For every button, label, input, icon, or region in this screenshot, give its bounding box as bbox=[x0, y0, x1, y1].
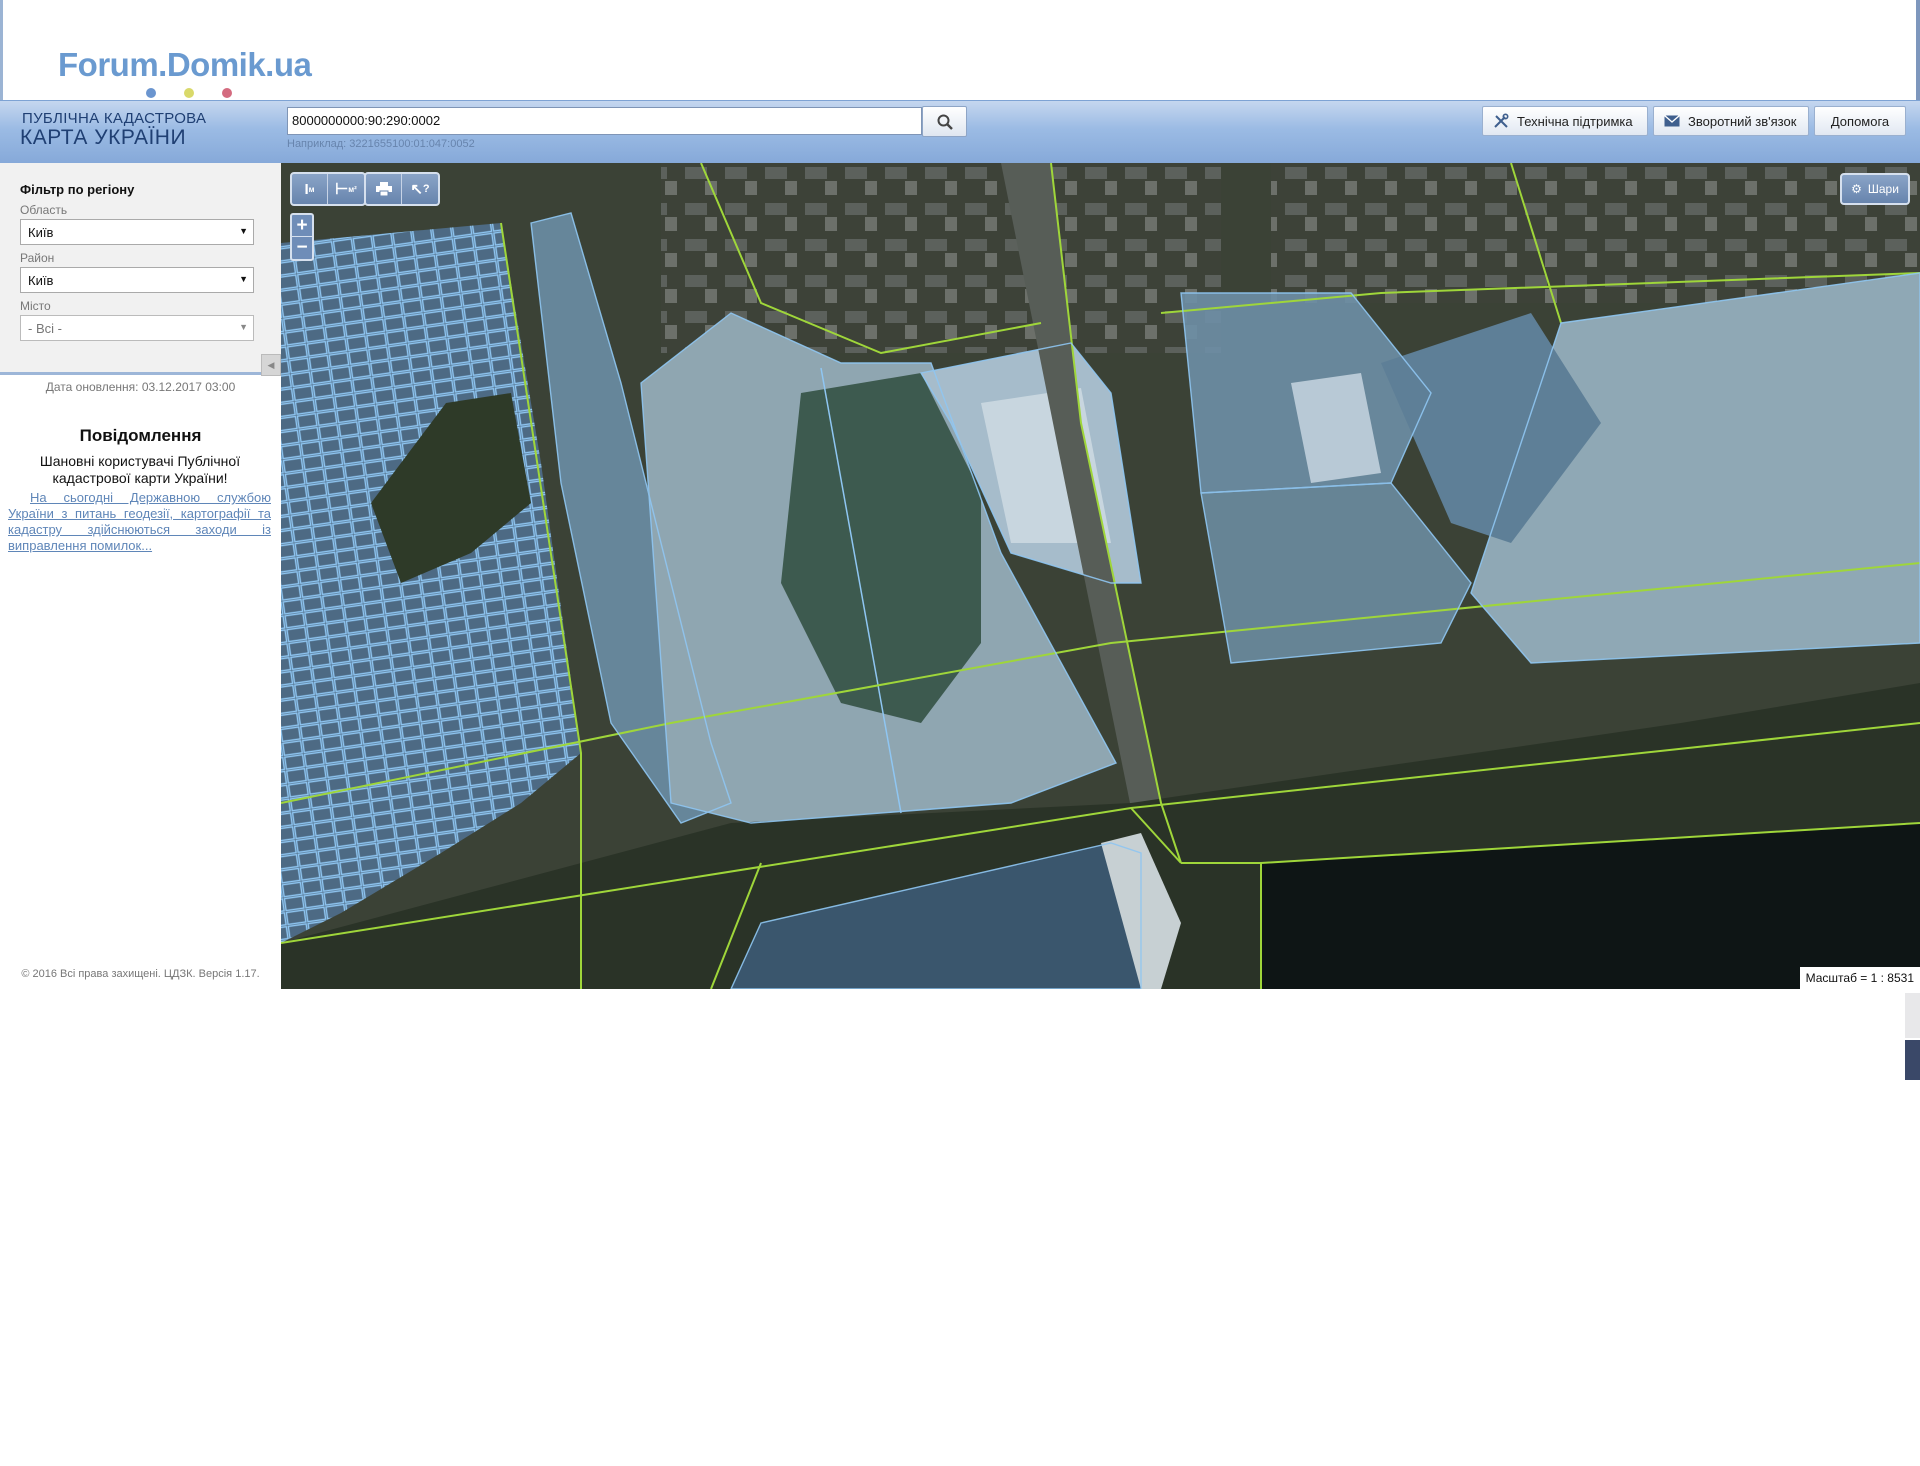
search-icon bbox=[937, 114, 953, 130]
chevron-down-icon: ▼ bbox=[239, 274, 248, 284]
print-icon[interactable] bbox=[366, 174, 402, 204]
ruler-unit: м bbox=[308, 184, 315, 194]
chevron-down-icon: ▼ bbox=[239, 226, 248, 236]
dot-pink bbox=[222, 88, 232, 98]
misto-label: Місто bbox=[20, 299, 51, 313]
update-date: Дата оновлення: 03.12.2017 03:00 bbox=[45, 380, 236, 394]
feedback-label: Зворотний зв'язок bbox=[1688, 113, 1797, 129]
notice-link[interactable]: На сьогодні Державною службою України з … bbox=[8, 490, 271, 554]
search-button[interactable] bbox=[922, 106, 967, 137]
area-measure-icon[interactable]: ⊢ м² bbox=[328, 174, 364, 204]
raion-value: Київ bbox=[28, 273, 54, 288]
sidebar: Фільтр по регіону Область Київ ▼ Район К… bbox=[0, 163, 281, 989]
brand-line-2[interactable]: КАРТА УКРАЇНИ bbox=[20, 126, 186, 150]
filter-title: Фільтр по регіону bbox=[20, 182, 135, 197]
layers-button[interactable]: ⚙ Шари bbox=[1840, 173, 1910, 205]
tech-support-label: Технічна підтримка bbox=[1517, 113, 1633, 129]
ruler-icon[interactable]: Iм bbox=[292, 174, 328, 204]
satellite-imagery bbox=[281, 163, 1920, 989]
dot-yellow bbox=[184, 88, 194, 98]
cadastral-search-input[interactable]: 8000000000:90:290:0002 bbox=[287, 107, 922, 135]
notice-title: Повідомлення bbox=[79, 426, 202, 445]
area-unit: м² bbox=[348, 184, 357, 194]
app-header: ПУБЛІЧНА КАДАСТРОВА КАРТА УКРАЇНИ 800000… bbox=[0, 100, 1920, 163]
zoom-control: + − bbox=[290, 213, 314, 261]
window-edge bbox=[1916, 0, 1920, 100]
chevron-down-icon: ▼ bbox=[239, 322, 248, 332]
tools-icon bbox=[1494, 113, 1509, 128]
identify-mark: ? bbox=[422, 183, 430, 195]
oblast-label: Область bbox=[20, 203, 68, 217]
measure-tools: Iм ⊢ м² bbox=[290, 172, 366, 206]
tech-support-button[interactable]: Технічна підтримка bbox=[1482, 106, 1648, 136]
window-edge-fragment bbox=[1905, 993, 1920, 1038]
chevron-left-icon: ◀ bbox=[267, 359, 275, 370]
watermark-strip: Forum.Domik.ua bbox=[0, 0, 1920, 100]
help-button[interactable]: Допомога bbox=[1814, 106, 1906, 136]
zoom-in-button[interactable]: + bbox=[292, 215, 312, 237]
oblast-value: Київ bbox=[28, 225, 54, 240]
window-edge-fragment bbox=[1905, 1040, 1920, 1080]
oblast-select[interactable]: Київ ▼ bbox=[20, 219, 254, 245]
brand-line-1[interactable]: ПУБЛІЧНА КАДАСТРОВА bbox=[22, 110, 206, 127]
print-glyph bbox=[375, 182, 392, 196]
identify-icon[interactable]: ↖? bbox=[402, 174, 438, 204]
dot-blue bbox=[146, 88, 156, 98]
region-filter-panel: Фільтр по регіону Область Київ ▼ Район К… bbox=[0, 163, 281, 376]
gear-icon: ⚙ bbox=[1851, 182, 1862, 196]
watermark-logo: Forum.Domik.ua bbox=[58, 46, 312, 83]
search-hint: Наприклад: 3221655100:01:047:0052 bbox=[287, 138, 475, 150]
raion-label: Район bbox=[20, 251, 55, 265]
notice-greeting: Шановні користувачі Публічної кадастрово… bbox=[39, 453, 241, 486]
scale-readout: Масштаб = 1 : 8531 bbox=[1799, 967, 1920, 989]
layers-label: Шари bbox=[1867, 182, 1899, 196]
collapse-sidebar-button[interactable]: ◀ bbox=[261, 354, 281, 376]
watermark-dots bbox=[146, 88, 232, 98]
cadastral-map[interactable]: Iм ⊢ м² ↖? + − ⚙ Шари Масштаб = 1 : 8531 bbox=[281, 163, 1920, 989]
feedback-button[interactable]: Зворотний зв'язок bbox=[1653, 106, 1809, 136]
copyright: © 2016 Всі права захищені. ЦДЗК. Версія … bbox=[21, 968, 260, 980]
raion-select[interactable]: Київ ▼ bbox=[20, 267, 254, 293]
print-identify-tools: ↖? bbox=[364, 172, 440, 206]
envelope-icon bbox=[1664, 115, 1680, 127]
zoom-out-button[interactable]: − bbox=[292, 237, 312, 259]
misto-select[interactable]: - Всі - ▼ bbox=[20, 315, 254, 341]
misto-value: - Всі - bbox=[28, 321, 62, 336]
help-label: Допомога bbox=[1830, 113, 1890, 129]
